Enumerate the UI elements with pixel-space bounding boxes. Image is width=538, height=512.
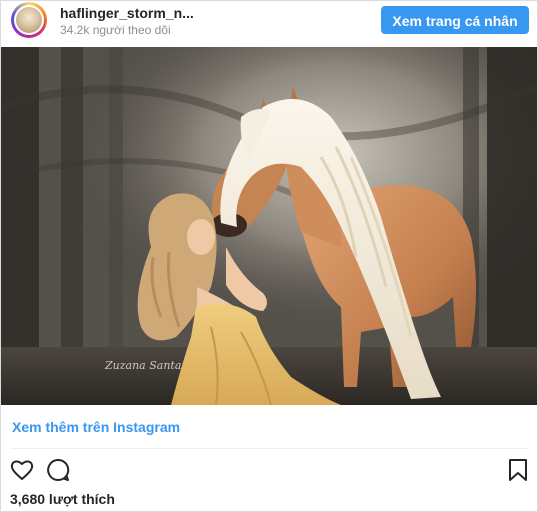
post-photo[interactable]: Zuzana Santa [1, 47, 537, 405]
avatar-photo [16, 7, 42, 33]
view-more-on-instagram-link[interactable]: Xem thêm trên Instagram [12, 419, 180, 435]
post-header: haflinger_storm_n... 34.2k người theo dõ… [1, 1, 537, 47]
heart-icon[interactable] [9, 457, 35, 483]
instagram-embed: haflinger_storm_n... 34.2k người theo dõ… [0, 0, 538, 512]
post-photo-illustration: Zuzana Santa [1, 47, 537, 405]
like-count[interactable]: 3,680 lượt thích [10, 491, 115, 507]
comment-icon[interactable] [45, 457, 71, 483]
footer-divider [11, 448, 529, 449]
profile-avatar[interactable] [11, 2, 47, 38]
bookmark-icon[interactable] [505, 457, 531, 483]
view-profile-button[interactable]: Xem trang cá nhân [381, 6, 529, 34]
photo-watermark: Zuzana Santa [104, 359, 181, 372]
username-link[interactable]: haflinger_storm_n... [60, 5, 194, 21]
follower-count: 34.2k người theo dõi [60, 23, 171, 37]
